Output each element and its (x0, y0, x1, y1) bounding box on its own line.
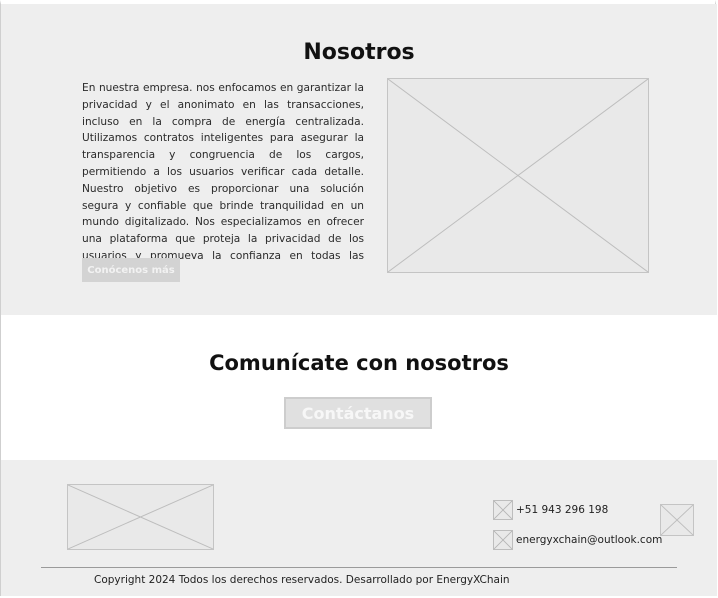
about-image-placeholder-icon (387, 78, 649, 273)
about-paragraph: En nuestra empresa. nos enfocamos en gar… (82, 82, 364, 279)
learn-more-button[interactable]: Conócenos más (82, 258, 180, 282)
contact-section: Comunícate con nosotros Contáctanos (1, 315, 717, 460)
email-placeholder-icon (493, 530, 513, 550)
about-section: Nosotros En nuestra empresa. nos enfocam… (1, 4, 717, 315)
copyright-text: Copyright 2024 Todos los derechos reserv… (94, 574, 510, 586)
about-title: Nosotros (303, 40, 415, 65)
footer-phone[interactable]: +51 943 296 198 (493, 500, 608, 520)
footer-logo-placeholder-icon (67, 484, 214, 550)
contact-button[interactable]: Contáctanos (284, 397, 432, 429)
contact-title: Comunícate con nosotros (209, 351, 509, 375)
footer: +51 943 296 198 energyxchain@outlook.com… (1, 460, 717, 596)
footer-phone-text: +51 943 296 198 (516, 504, 609, 516)
social-placeholder-icon[interactable] (660, 504, 694, 536)
phone-placeholder-icon (493, 500, 513, 520)
footer-email[interactable]: energyxchain@outlook.com (493, 530, 662, 550)
footer-email-text: energyxchain@outlook.com (516, 534, 663, 546)
footer-divider (41, 567, 677, 568)
